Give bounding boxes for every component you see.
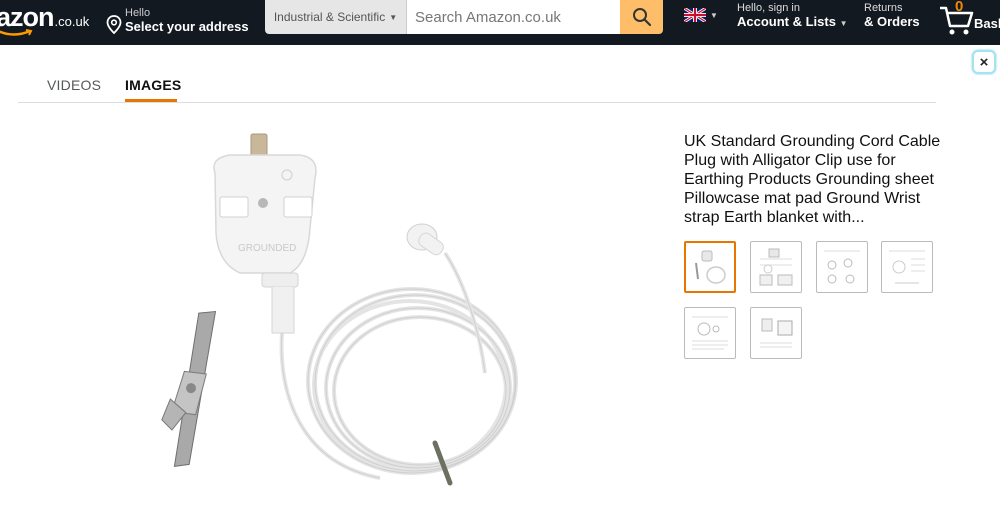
amazon-logo[interactable]: azon .co.uk xyxy=(0,2,89,36)
main-product-image: GROUNDED xyxy=(161,133,518,486)
image-gallery-modal: × VIDEOS IMAGES GROUNDED UK Standard Gro… xyxy=(0,45,1000,518)
top-navigation-bar: azon .co.uk Hello Select your address In… xyxy=(0,0,1000,45)
logo-tld: .co.uk xyxy=(54,14,90,29)
thumbnail-image xyxy=(692,316,728,350)
thumbnail-image xyxy=(824,250,860,284)
search-category-dropdown[interactable]: Industrial & Scientific ▼ xyxy=(265,0,407,34)
thumbnail-5[interactable] xyxy=(684,307,736,359)
search-icon xyxy=(632,8,651,27)
thumbnail-image xyxy=(889,250,925,284)
address-label: Select your address xyxy=(125,18,249,34)
chevron-down-icon: ▼ xyxy=(389,12,398,22)
returns-top: Returns xyxy=(864,2,903,14)
tab-images[interactable]: IMAGES xyxy=(125,77,181,93)
account-label: Account & Lists xyxy=(737,13,836,29)
language-selector[interactable]: ▼ xyxy=(684,8,718,22)
thumbnail-2[interactable] xyxy=(750,241,802,293)
chevron-down-icon: ▼ xyxy=(839,18,848,28)
search-category-label: Industrial & Scientific xyxy=(273,10,386,24)
returns-orders[interactable]: Returns & Orders xyxy=(864,2,920,29)
product-title: UK Standard Grounding Cord Cable Plug wi… xyxy=(684,133,941,226)
account-label-row: Account & Lists ▼ xyxy=(737,13,848,29)
search-input[interactable] xyxy=(407,0,620,34)
thumbnail-image xyxy=(760,318,793,348)
location-pin-icon xyxy=(106,15,122,35)
chevron-down-icon: ▼ xyxy=(710,10,718,20)
account-menu[interactable]: Hello, sign in Account & Lists ▼ xyxy=(737,2,848,29)
close-button[interactable]: × xyxy=(972,50,996,74)
search-button[interactable] xyxy=(620,0,663,34)
search-bar: Industrial & Scientific ▼ xyxy=(265,0,663,34)
basket-count: 0 xyxy=(955,0,964,15)
delivery-address[interactable]: Hello Select your address xyxy=(106,3,249,39)
smile-icon xyxy=(0,29,33,36)
basket[interactable]: 0 Basket xyxy=(938,0,1000,40)
media-tabs: VIDEOS IMAGES xyxy=(18,75,936,103)
thumbnail-3[interactable] xyxy=(816,241,868,293)
basket-label: Basket xyxy=(974,16,1000,31)
thumbnail-image xyxy=(759,248,793,286)
returns-label: & Orders xyxy=(864,13,920,29)
active-tab-indicator xyxy=(125,99,177,102)
thumbnail-image xyxy=(695,250,726,284)
tab-videos[interactable]: VIDEOS xyxy=(47,77,101,93)
thumbnail-6[interactable] xyxy=(750,307,802,359)
thumbnail-1[interactable] xyxy=(684,241,736,293)
uk-flag-icon xyxy=(684,8,706,22)
svg-text:GROUNDED: GROUNDED xyxy=(238,243,296,254)
thumbnail-4[interactable] xyxy=(881,241,933,293)
